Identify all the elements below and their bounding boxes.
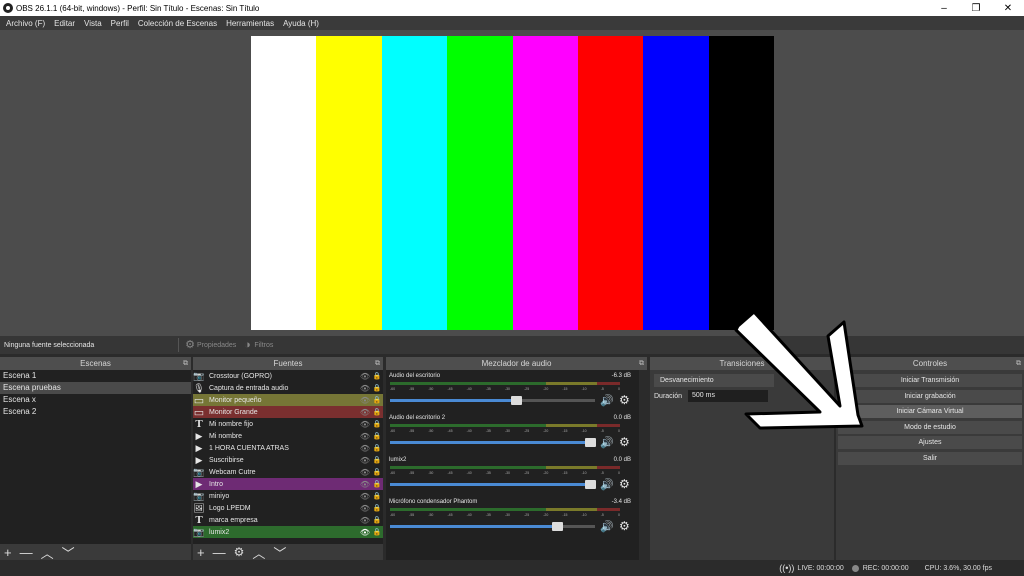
annotation-arrow: [734, 310, 864, 430]
